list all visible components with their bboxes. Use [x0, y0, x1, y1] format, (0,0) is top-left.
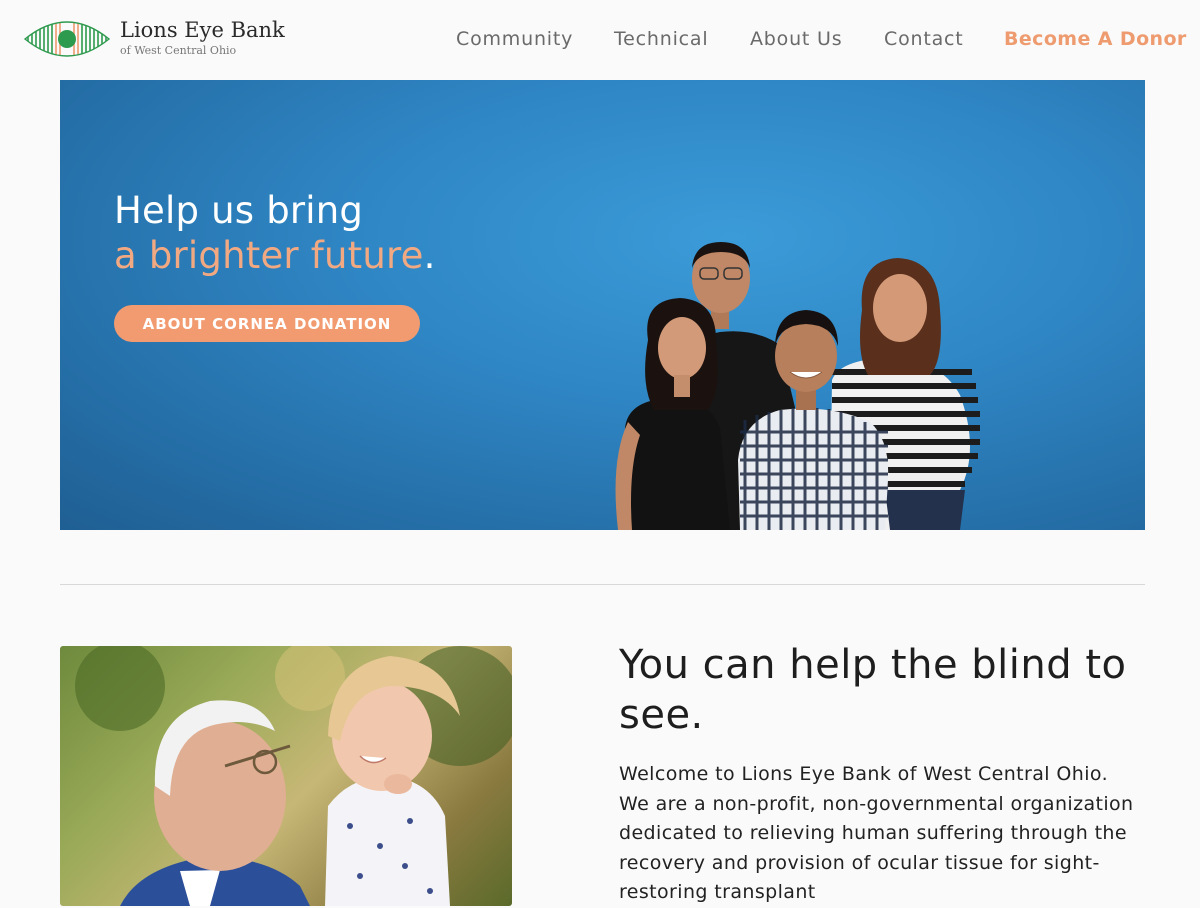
nav-about-us[interactable]: About Us [750, 28, 842, 50]
about-cornea-donation-button[interactable]: ABOUT CORNEA DONATION [114, 305, 420, 342]
site-header: Lions Eye Bank of West Central Ohio Comm… [0, 0, 1200, 80]
main-nav: Community Technical About Us Contact Bec… [0, 28, 1200, 54]
nav-become-a-donor[interactable]: Become A Donor [1004, 28, 1187, 50]
intro-heading: You can help the blind to see. [619, 642, 1127, 738]
hero-heading: Help us bring a brighter future. [114, 188, 436, 278]
hero-banner: Help us bring a brighter future. ABOUT C… [60, 80, 1145, 530]
intro-paragraph: Welcome to Lions Eye Bank of West Centra… [619, 763, 1134, 903]
nav-technical[interactable]: Technical [614, 28, 708, 50]
nav-community[interactable]: Community [456, 28, 573, 50]
hero-line-2: a brighter future [114, 234, 424, 277]
grandfather-child-illustration [75, 646, 512, 906]
hero-line-1: Help us bring [114, 189, 364, 232]
nav-contact[interactable]: Contact [884, 28, 964, 50]
grandfather-child-photo [60, 646, 512, 906]
hero-people-photo [615, 242, 980, 530]
section-divider [60, 584, 1145, 585]
hero-period: . [423, 234, 436, 277]
